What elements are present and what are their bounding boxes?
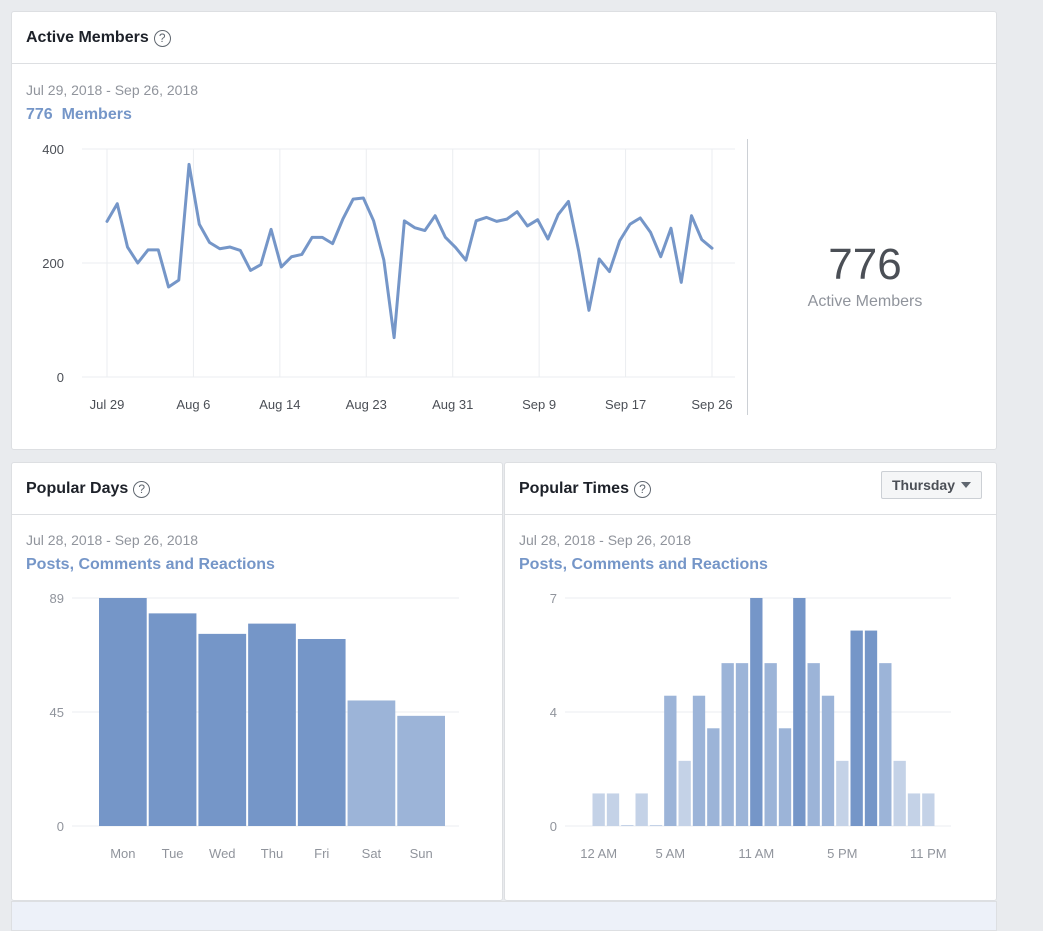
y-tick-label: 89: [50, 591, 64, 606]
popular-days-date-range: Jul 28, 2018 - Sep 26, 2018: [26, 532, 198, 548]
popular-days-title: Popular Days ?: [26, 480, 150, 498]
bar: [621, 825, 633, 826]
bar: [149, 613, 197, 826]
popular-days-header: Popular Days ?: [12, 463, 502, 515]
x-tick-label: 11 AM: [738, 846, 774, 861]
bar: [397, 716, 445, 826]
bar: [722, 663, 734, 826]
bar: [765, 663, 777, 826]
x-tick-label: Aug 14: [259, 397, 300, 412]
y-tick-label: 7: [550, 591, 557, 606]
active-members-header: Active Members ?: [12, 12, 996, 64]
x-tick-label: Mon: [110, 846, 135, 861]
bar: [779, 728, 791, 826]
active-members-card: Active Members ? Jul 29, 2018 - Sep 26, …: [11, 11, 997, 450]
popular-days-metric-link[interactable]: Posts, Comments and Reactions: [26, 556, 275, 574]
x-tick-label: Aug 6: [176, 397, 210, 412]
bar: [750, 598, 762, 826]
bar: [607, 793, 619, 826]
y-tick-label: 0: [57, 819, 64, 834]
bar: [808, 663, 820, 826]
bar: [736, 663, 748, 826]
bar: [99, 598, 147, 826]
x-tick-label: Aug 23: [346, 397, 387, 412]
day-selector-value: Thursday: [892, 477, 955, 493]
active-members-line-chart: 0 200 400 Jul 29 Aug 6 Aug 14 Aug 23 Aug 31 Sep …: [12, 137, 752, 437]
bar: [865, 631, 877, 826]
x-tick-label: Aug 31: [432, 397, 473, 412]
x-tick-label: Sep 26: [691, 397, 732, 412]
bar: [198, 634, 246, 826]
x-tick-label: Sat: [362, 846, 382, 861]
day-selector-dropdown[interactable]: Thursday: [881, 471, 982, 499]
x-tick-label: 5 AM: [656, 846, 686, 861]
bar: [593, 793, 605, 826]
bar: [836, 761, 848, 826]
bar: [707, 728, 719, 826]
popular-times-header: Popular Times ? Thursday: [505, 463, 996, 515]
bar: [908, 793, 920, 826]
summary-value: 776: [740, 240, 990, 290]
y-tick-label: 4: [550, 705, 557, 720]
popular-times-date-range: Jul 28, 2018 - Sep 26, 2018: [519, 532, 691, 548]
x-tick-label: Sep 17: [605, 397, 646, 412]
popular-times-title: Popular Times ?: [519, 480, 651, 498]
x-tick-label: 12 AM: [580, 846, 617, 861]
active-members-date-range: Jul 29, 2018 - Sep 26, 2018: [26, 82, 198, 98]
x-tick-label: Jul 29: [90, 397, 125, 412]
x-tick-label: Sep 9: [522, 397, 556, 412]
bar: [851, 631, 863, 826]
active-members-metric-link[interactable]: 776 Members: [26, 106, 132, 124]
active-members-series-line: [107, 164, 712, 337]
bar: [679, 761, 691, 826]
bar: [822, 696, 834, 826]
caret-down-icon: [961, 482, 971, 488]
y-tick-label: 400: [42, 142, 64, 157]
bar: [894, 761, 906, 826]
bar: [693, 696, 705, 826]
x-tick-label: Sun: [410, 846, 433, 861]
popular-days-card: Popular Days ? Jul 28, 2018 - Sep 26, 20…: [11, 462, 503, 901]
x-tick-label: Wed: [209, 846, 236, 861]
x-tick-label: 5 PM: [827, 846, 857, 861]
y-tick-label: 0: [550, 819, 557, 834]
bar: [348, 700, 396, 826]
help-icon[interactable]: ?: [154, 30, 171, 47]
x-tick-label: Tue: [162, 846, 184, 861]
bar: [650, 825, 662, 826]
summary-label: Active Members: [740, 293, 990, 311]
help-icon[interactable]: ?: [133, 481, 150, 498]
bar: [248, 624, 296, 826]
bar: [298, 639, 346, 826]
popular-times-bar-chart: 0 4 7 12 AM 5 AM 11 AM 5 PM 11 PM: [505, 583, 995, 873]
x-tick-label: 11 PM: [910, 846, 947, 861]
bar: [636, 793, 648, 826]
x-tick-label: Thu: [261, 846, 283, 861]
bar: [922, 793, 934, 826]
popular-days-bar-chart: 0 45 89 Mon Tue Wed Thu Fri Sat Sun: [12, 583, 502, 873]
y-tick-label: 0: [57, 370, 64, 385]
popular-days-title-text: Popular Days: [26, 480, 128, 498]
x-tick-label: Fri: [314, 846, 329, 861]
popular-times-card: Popular Times ? Thursday Jul 28, 2018 - …: [504, 462, 997, 901]
y-tick-label: 45: [50, 705, 64, 720]
bar: [879, 663, 891, 826]
active-members-title: Active Members ?: [26, 29, 171, 47]
help-icon[interactable]: ?: [634, 481, 651, 498]
popular-times-title-text: Popular Times: [519, 480, 629, 498]
active-members-title-text: Active Members: [26, 29, 149, 47]
y-tick-label: 200: [42, 256, 64, 271]
popular-times-metric-link[interactable]: Posts, Comments and Reactions: [519, 556, 768, 574]
bar: [793, 598, 805, 826]
bar: [664, 696, 676, 826]
next-section-panel: [11, 901, 997, 931]
